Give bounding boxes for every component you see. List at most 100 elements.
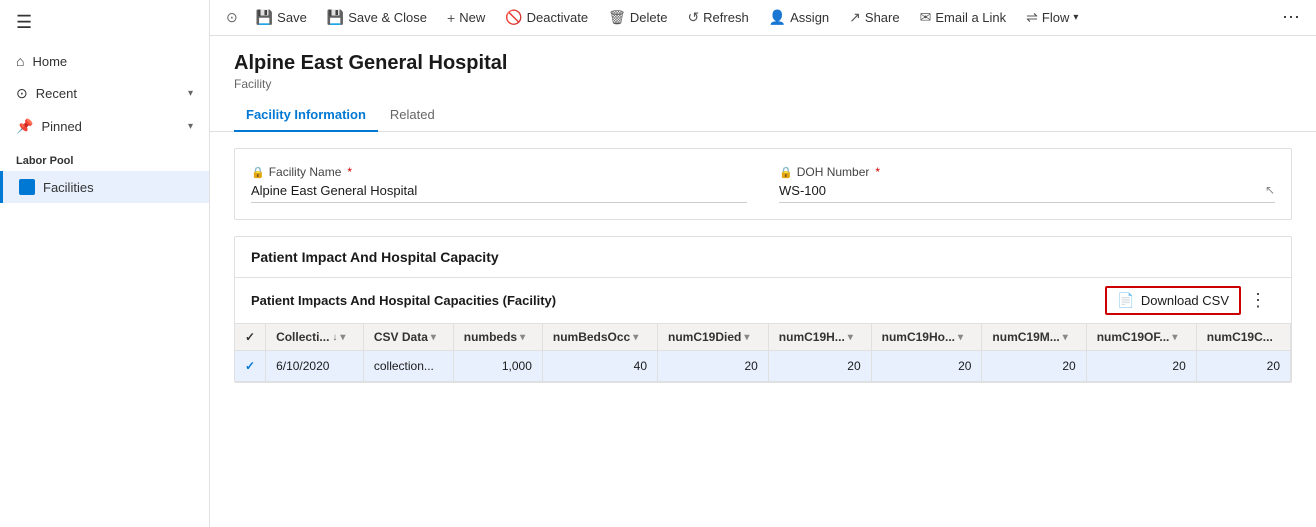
hamburger-icon[interactable]: ☰ [0, 0, 209, 45]
entity-icon [19, 179, 35, 195]
assign-icon: 👤 [769, 9, 786, 26]
share-icon: ↗ [849, 9, 861, 26]
filter-icon-numC19M[interactable]: ▾ [1063, 332, 1068, 343]
history-icon[interactable]: ⊙ [218, 9, 246, 26]
refresh-button[interactable]: ↺ Refresh [677, 0, 758, 36]
plus-icon: + [447, 10, 455, 26]
doh-number-value[interactable]: WS-100 ↖ [779, 183, 1275, 203]
main-area: ⊙ 💾 Save 💾 Save & Close + New 🚫 Deactiva… [210, 0, 1316, 527]
cell-numC19OF: 20 [1086, 351, 1196, 382]
capacity-subheader-title: Patient Impacts And Hospital Capacities … [251, 293, 1105, 308]
required-star-facility: * [347, 165, 352, 179]
record-header: Alpine East General Hospital Facility [210, 36, 1316, 91]
save-label: Save [277, 10, 307, 25]
table-row[interactable]: ✓ 6/10/2020 collection... 1,000 40 20 20… [235, 351, 1291, 382]
flow-expand-icon: ▾ [1073, 12, 1078, 23]
clock-icon: ⊙ [16, 85, 28, 102]
toolbar: ⊙ 💾 Save 💾 Save & Close + New 🚫 Deactiva… [210, 0, 1316, 36]
filter-icon-numC19OF[interactable]: ▾ [1172, 332, 1177, 343]
more-options-icon[interactable]: ⋯ [1274, 7, 1308, 28]
col-header-numbeds[interactable]: numbeds ▾ [453, 324, 542, 351]
lock-icon-facility: 🔒 [251, 166, 265, 179]
record-subtitle: Facility [234, 77, 1292, 91]
facility-name-value[interactable]: Alpine East General Hospital [251, 183, 747, 203]
email-icon: ✉ [920, 9, 932, 26]
facility-name-label-text: Facility Name [269, 165, 342, 179]
doh-number-field: 🔒 DOH Number * WS-100 ↖ [779, 165, 1275, 203]
flow-label: Flow [1042, 10, 1069, 25]
cursor-indicator: ↖ [1265, 183, 1275, 197]
facility-name-field: 🔒 Facility Name * Alpine East General Ho… [251, 165, 747, 203]
filter-icon-numC19H[interactable]: ▾ [848, 332, 853, 343]
col-header-numC19H[interactable]: numC19H... ▾ [768, 324, 871, 351]
filter-icon-collecti[interactable]: ▾ [340, 332, 345, 343]
deactivate-icon: 🚫 [505, 9, 522, 26]
col-header-numC19Ho[interactable]: numC19Ho... ▾ [871, 324, 982, 351]
new-button[interactable]: + New [437, 0, 495, 36]
flow-button[interactable]: ⇌ Flow ▾ [1016, 0, 1088, 36]
col-header-numbedsOcc[interactable]: numBedsOcc ▾ [542, 324, 657, 351]
facility-name-label: 🔒 Facility Name * [251, 165, 747, 179]
sidebar-item-recent-label: Recent [36, 86, 77, 101]
form-section: 🔒 Facility Name * Alpine East General Ho… [234, 148, 1292, 220]
col-header-collecti[interactable]: Collecti... ↓ ▾ [266, 324, 364, 351]
chevron-down-icon: ▾ [188, 88, 193, 99]
capacity-subheader: Patient Impacts And Hospital Capacities … [235, 278, 1291, 324]
tabs-bar: Facility Information Related [210, 99, 1316, 132]
download-csv-button[interactable]: 📄 Download CSV [1105, 286, 1241, 315]
cell-numC19M: 20 [982, 351, 1086, 382]
cell-numC19H: 20 [768, 351, 871, 382]
tab-related[interactable]: Related [378, 99, 447, 132]
form-row: 🔒 Facility Name * Alpine East General Ho… [251, 165, 1275, 203]
filter-icon-csv[interactable]: ▾ [431, 332, 436, 343]
sidebar-item-pinned[interactable]: 📌 Pinned ▾ [0, 110, 209, 143]
refresh-label: Refresh [703, 10, 749, 25]
save-close-button[interactable]: 💾 Save & Close [317, 0, 437, 36]
download-csv-label: Download CSV [1141, 293, 1229, 308]
sidebar-item-facilities[interactable]: Facilities [0, 171, 209, 203]
record-title: Alpine East General Hospital [234, 52, 1292, 75]
save-button[interactable]: 💾 Save [246, 0, 317, 36]
col-header-numC19OF[interactable]: numC19OF... ▾ [1086, 324, 1196, 351]
col-header-csv-data[interactable]: CSV Data ▾ [363, 324, 453, 351]
assign-label: Assign [790, 10, 829, 25]
pin-icon: 📌 [16, 118, 33, 135]
filter-icon-numC19Ho[interactable]: ▾ [958, 332, 963, 343]
filter-icon-numbeds[interactable]: ▾ [520, 332, 525, 343]
sidebar-item-home-label: Home [32, 54, 67, 69]
sidebar-item-recent[interactable]: ⊙ Recent ▾ [0, 77, 209, 110]
capacity-section-title: Patient Impact And Hospital Capacity [235, 237, 1291, 278]
new-label: New [459, 10, 485, 25]
row-checkbox[interactable]: ✓ [235, 351, 266, 382]
col-header-check: ✓ [235, 324, 266, 351]
filter-icon-numC19Died[interactable]: ▾ [744, 332, 749, 343]
col-header-numC19M[interactable]: numC19M... ▾ [982, 324, 1086, 351]
delete-button[interactable]: 🗑 Delete [598, 0, 677, 36]
sidebar: ☰ ⌂ Home ⊙ Recent ▾ 📌 Pinned ▾ Labor Poo… [0, 0, 210, 527]
sidebar-section-label: Labor Pool [0, 143, 209, 171]
chevron-down-icon-pinned: ▾ [188, 121, 193, 132]
flow-icon: ⇌ [1026, 9, 1038, 26]
share-button[interactable]: ↗ Share [839, 0, 909, 36]
sidebar-item-home[interactable]: ⌂ Home [0, 45, 209, 77]
capacity-section: Patient Impact And Hospital Capacity Pat… [234, 236, 1292, 383]
refresh-icon: ↺ [687, 9, 699, 26]
email-link-button[interactable]: ✉ Email a Link [910, 0, 1017, 36]
deactivate-button[interactable]: 🚫 Deactivate [495, 0, 598, 36]
filter-icon-numbedsOcc[interactable]: ▾ [633, 332, 638, 343]
col-header-numC19Died[interactable]: numC19Died ▾ [658, 324, 769, 351]
col-header-numC19last[interactable]: numC19C... [1196, 324, 1290, 351]
home-icon: ⌂ [16, 53, 24, 69]
save-icon: 💾 [256, 9, 273, 26]
table-header-row: ✓ Collecti... ↓ ▾ CSV Data [235, 324, 1291, 351]
trash-icon: 🗑 [608, 9, 626, 26]
share-label: Share [865, 10, 900, 25]
assign-button[interactable]: 👤 Assign [759, 0, 839, 36]
capacity-more-button[interactable]: ⋮ [1241, 286, 1275, 315]
cell-numC19last: 20 [1196, 351, 1290, 382]
sidebar-item-pinned-label: Pinned [41, 119, 81, 134]
tab-facility-information[interactable]: Facility Information [234, 99, 378, 132]
csv-file-icon: 📄 [1117, 292, 1134, 309]
required-star-doh: * [875, 165, 880, 179]
email-link-label: Email a Link [935, 10, 1006, 25]
